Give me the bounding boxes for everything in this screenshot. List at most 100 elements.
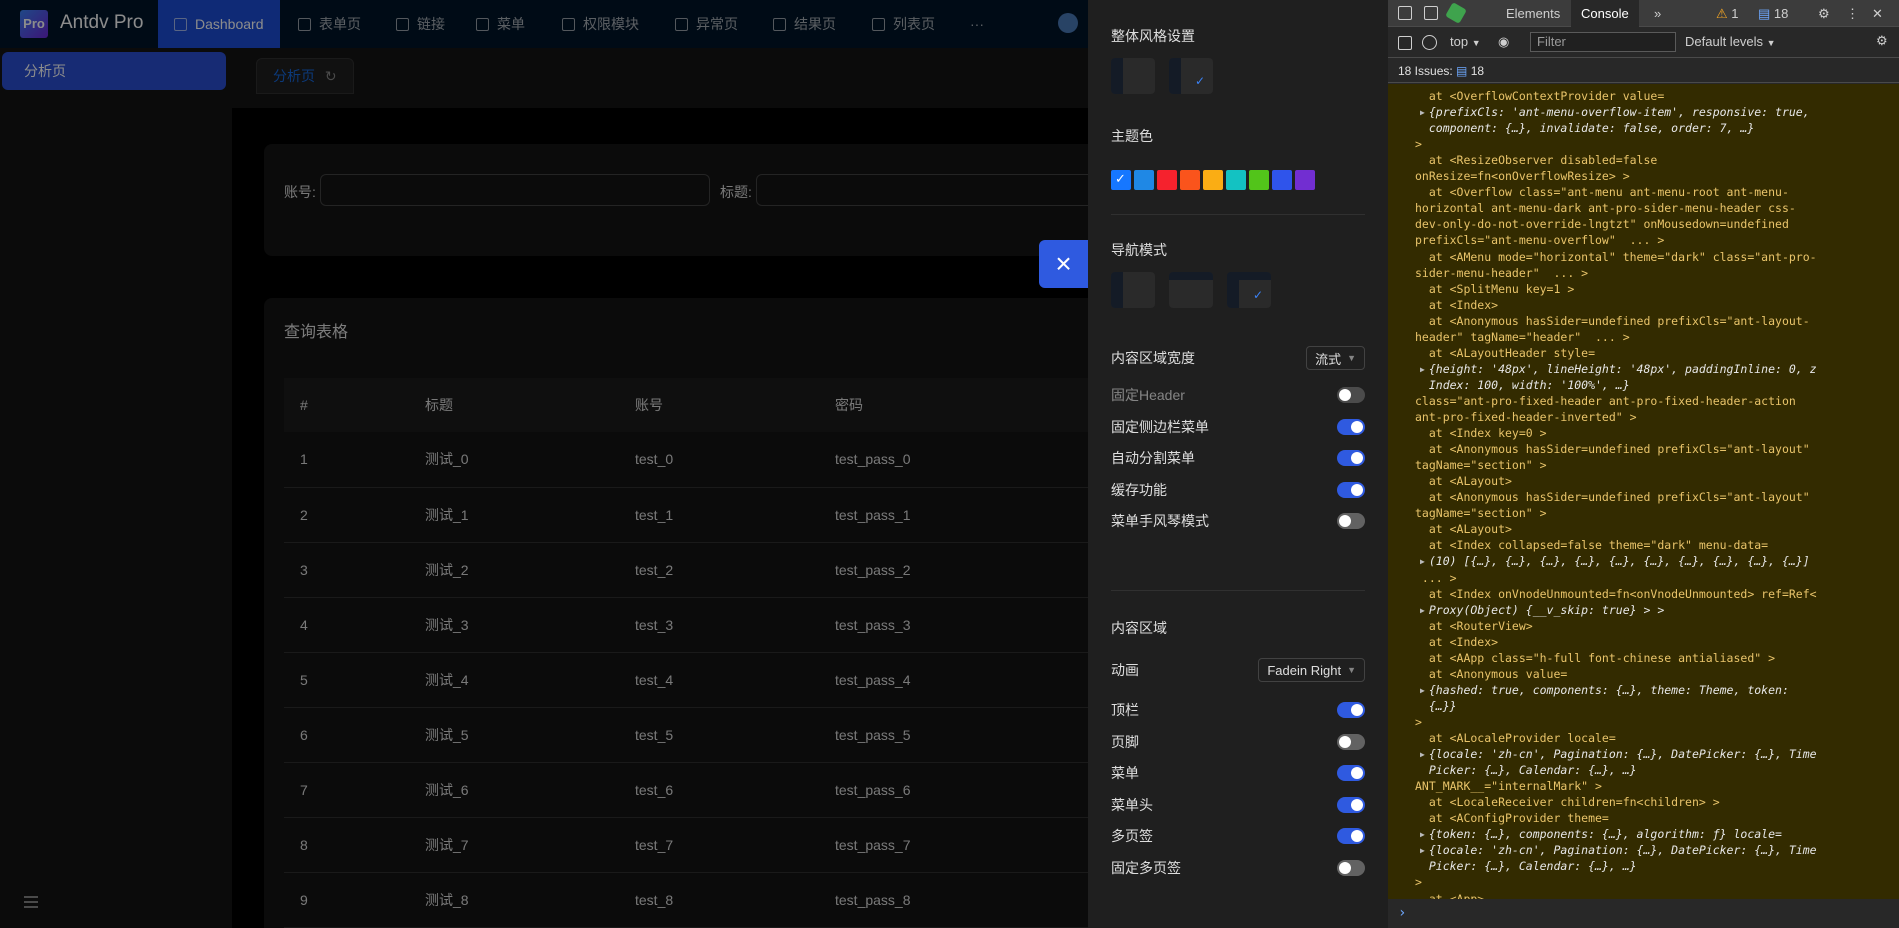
- warning-icon: ⚠: [1716, 6, 1728, 21]
- toggle-switch[interactable]: [1337, 702, 1365, 718]
- setting-label: 多页签: [1111, 828, 1153, 844]
- nav-thumb-side[interactable]: [1111, 272, 1155, 308]
- close-icon[interactable]: ×: [1039, 240, 1088, 288]
- chevron-down-icon: ▼: [1471, 38, 1481, 48]
- context-select[interactable]: top ▼: [1450, 34, 1481, 49]
- console-line: Picker: {…}, Calendar: {…}, …}: [1415, 763, 1637, 778]
- inspect-icon[interactable]: [1398, 6, 1412, 20]
- nav-mode-title: 导航模式: [1111, 242, 1167, 258]
- chevron-down-icon: ▼: [1347, 665, 1356, 675]
- setting-label: 固定侧边栏菜单: [1111, 418, 1209, 435]
- console-output: at <OverflowContextProvider value= {pref…: [1388, 84, 1899, 899]
- setting-label: 缓存功能: [1111, 481, 1167, 498]
- theme-color-swatch[interactable]: [1134, 170, 1154, 190]
- console-line: at <AConfigProvider theme=: [1415, 811, 1609, 826]
- animation-row: 动画 Fadein Right ▼: [1111, 658, 1365, 682]
- gear-icon[interactable]: ⚙: [1818, 0, 1830, 27]
- animation-value: Fadein Right: [1267, 662, 1342, 678]
- extension-icon[interactable]: [1445, 2, 1467, 24]
- console-line: {locale: 'zh-cn', Pagination: {…}, DateP…: [1415, 843, 1817, 858]
- console-line: tagName="section" >: [1415, 506, 1547, 521]
- filter-input[interactable]: Filter: [1530, 32, 1676, 52]
- expand-triangle-icon[interactable]: ▶: [1420, 830, 1425, 839]
- style-thumb-light[interactable]: ✓: [1169, 58, 1213, 94]
- theme-color-swatch[interactable]: ✓: [1111, 170, 1131, 190]
- log-levels-value: Default levels: [1685, 34, 1764, 49]
- console-line: at <Index>: [1415, 297, 1499, 312]
- theme-color-swatch[interactable]: [1249, 170, 1269, 190]
- setting-row: 菜单头: [1111, 793, 1365, 817]
- devtools-tab-bar: Elements Console » ⚠ 1 ▤ 18 ⚙ ⋮ ✕: [1388, 0, 1899, 27]
- console-line: {prefixCls: 'ant-menu-overflow-item', re…: [1415, 105, 1810, 120]
- toggle-switch[interactable]: [1337, 450, 1365, 466]
- content-width-select[interactable]: 流式 ▼: [1306, 346, 1365, 370]
- console-line: ant-pro-fixed-header-inverted" >: [1415, 410, 1637, 424]
- console-line: ... >: [1415, 570, 1457, 585]
- chevron-down-icon: ▼: [1766, 38, 1776, 48]
- expand-triangle-icon[interactable]: ▶: [1420, 108, 1425, 117]
- console-line: at <ALayout>: [1415, 474, 1512, 489]
- message-icon: ▤: [1758, 6, 1771, 21]
- nav-thumb-top[interactable]: [1169, 272, 1213, 308]
- log-levels-select[interactable]: Default levels ▼: [1685, 34, 1776, 49]
- theme-color-swatch[interactable]: [1203, 170, 1223, 190]
- expand-triangle-icon[interactable]: ▶: [1420, 686, 1425, 695]
- setting-row: 顶栏: [1111, 698, 1365, 722]
- message-count-value: 18: [1773, 6, 1789, 21]
- eye-icon[interactable]: ◉: [1498, 34, 1509, 50]
- theme-color-swatch[interactable]: [1272, 170, 1292, 190]
- content-area-title: 内容区域: [1111, 620, 1167, 636]
- console-line: at <OverflowContextProvider value=: [1415, 89, 1665, 103]
- toggle-switch[interactable]: [1337, 418, 1365, 435]
- theme-color-swatch[interactable]: [1226, 170, 1246, 190]
- close-devtools-icon[interactable]: ✕: [1872, 0, 1883, 27]
- toggle-switch[interactable]: [1337, 859, 1365, 876]
- warning-count[interactable]: ⚠ 1: [1716, 0, 1739, 27]
- sidebar-toggle-icon[interactable]: [1398, 36, 1412, 50]
- clear-console-icon[interactable]: [1422, 35, 1437, 50]
- nav-thumb-mix[interactable]: ✓: [1227, 272, 1271, 308]
- toggle-switch[interactable]: [1337, 733, 1365, 750]
- issues-icon: ▤: [1456, 64, 1468, 78]
- toggle-switch[interactable]: [1337, 765, 1365, 781]
- console-prompt[interactable]: ›: [1388, 899, 1899, 928]
- style-thumb-dark[interactable]: [1111, 58, 1155, 94]
- setting-row: 缓存功能: [1111, 478, 1365, 502]
- issues-bar[interactable]: 18 Issues: ▤ 18: [1388, 59, 1899, 83]
- console-line: >: [1415, 714, 1422, 729]
- expand-triangle-icon[interactable]: ▶: [1420, 557, 1425, 566]
- toggle-switch[interactable]: [1337, 828, 1365, 844]
- setting-row: 页脚: [1111, 730, 1365, 754]
- toggle-switch[interactable]: [1337, 513, 1365, 529]
- divider: [1111, 214, 1365, 215]
- expand-triangle-icon[interactable]: ▶: [1420, 365, 1425, 374]
- toggle-switch[interactable]: [1337, 796, 1365, 813]
- theme-color-swatch[interactable]: [1157, 170, 1177, 190]
- console-line: at <Anonymous hasSider=undefined prefixC…: [1415, 442, 1810, 457]
- theme-title: 主题色: [1111, 128, 1153, 144]
- console-line: onResize=fn<onOverflowResize> >: [1415, 169, 1630, 184]
- expand-triangle-icon[interactable]: ▶: [1420, 606, 1425, 615]
- setting-row: 固定多页签: [1111, 856, 1365, 880]
- more-tabs-icon[interactable]: »: [1654, 0, 1661, 27]
- console-line: prefixCls="ant-menu-overflow" ... >: [1415, 233, 1665, 248]
- expand-triangle-icon[interactable]: ▶: [1420, 750, 1425, 759]
- console-line: at <ALayout>: [1415, 522, 1512, 537]
- expand-triangle-icon[interactable]: ▶: [1420, 846, 1425, 855]
- device-toggle-icon[interactable]: [1424, 6, 1438, 20]
- theme-color-swatch[interactable]: [1295, 170, 1315, 190]
- tab-elements[interactable]: Elements: [1506, 0, 1560, 27]
- console-line: at <Index onVnodeUnmounted=fn<onVnodeUnm…: [1415, 586, 1817, 601]
- theme-color-swatch[interactable]: [1180, 170, 1200, 190]
- console-line: sider-menu-header" ... >: [1415, 265, 1589, 280]
- console-line: at <LocaleReceiver children=fn<children>…: [1415, 795, 1720, 810]
- kebab-menu-icon[interactable]: ⋮: [1846, 0, 1859, 27]
- console-line: at <Index>: [1415, 634, 1499, 649]
- console-line: at <Index key=0 >: [1415, 426, 1547, 441]
- toggle-switch[interactable]: [1337, 481, 1365, 498]
- console-line: at <ResizeObserver disabled=false: [1415, 153, 1658, 168]
- message-count[interactable]: ▤ 18: [1758, 0, 1788, 27]
- tab-console[interactable]: Console: [1571, 0, 1639, 27]
- animation-select[interactable]: Fadein Right ▼: [1258, 658, 1365, 682]
- console-settings-icon[interactable]: ⚙: [1876, 33, 1888, 49]
